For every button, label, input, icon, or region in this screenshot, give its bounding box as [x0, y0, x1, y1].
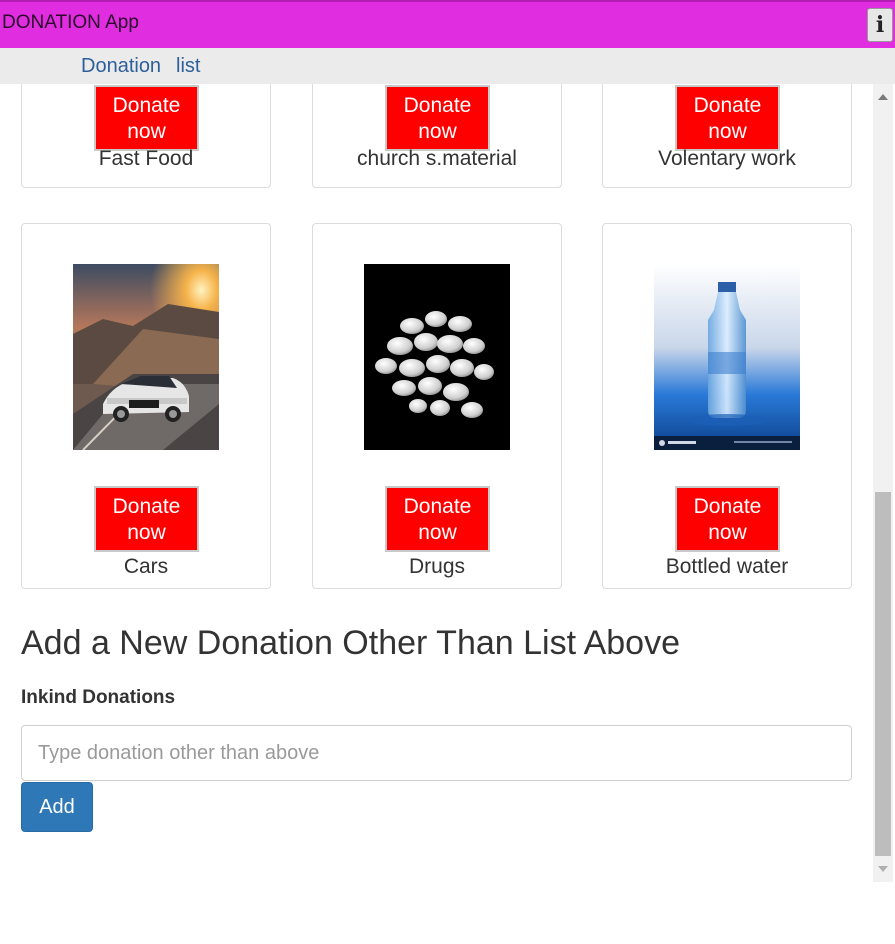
- car-photo: [73, 264, 219, 450]
- donate-button-line1: Donate: [693, 495, 762, 518]
- add-donation-heading: Add a New Donation Other Than List Above: [21, 624, 680, 662]
- app-titlebar: DONATION App i: [0, 0, 895, 48]
- nav-link-list[interactable]: list: [176, 55, 200, 78]
- donation-input[interactable]: [21, 725, 852, 781]
- app-title: DONATION App: [2, 12, 139, 33]
- donate-now-button[interactable]: Donate now: [385, 85, 490, 151]
- donate-button-line2: now: [708, 120, 747, 143]
- donation-card-fast-food: Donate now Fast Food: [21, 84, 271, 188]
- donate-now-button[interactable]: Donate now: [94, 486, 199, 552]
- add-button[interactable]: Add: [21, 782, 93, 832]
- donate-now-button[interactable]: Donate now: [675, 85, 780, 151]
- donation-card-volentary-work: Donate now Volentary work: [602, 84, 852, 188]
- pills-photo: [364, 264, 510, 450]
- donation-card-church-material: Donate now church s.material: [312, 84, 562, 188]
- navbar: Donation list: [0, 48, 895, 84]
- donate-button-line1: Donate: [112, 495, 181, 518]
- donation-card-bottled-water: Donate now Bottled water: [602, 223, 852, 589]
- donate-button-line2: now: [418, 120, 457, 143]
- card-label: Drugs: [408, 555, 466, 578]
- donation-list-scroll-area: Donate now Fast Food Donate now church s…: [0, 84, 873, 882]
- donate-button-line1: Donate: [112, 94, 181, 117]
- donation-card-drugs: Donate now Drugs: [312, 223, 562, 589]
- card-label: Fast Food: [98, 147, 194, 170]
- donation-card-cars: Donate now Cars: [21, 223, 271, 589]
- inkind-donations-label: Inkind Donations: [21, 687, 176, 708]
- info-icon[interactable]: i: [867, 8, 893, 42]
- donate-button-line2: now: [418, 521, 457, 544]
- scroll-up-arrow-icon[interactable]: [878, 94, 888, 100]
- vertical-scrollbar[interactable]: [873, 84, 893, 882]
- card-label: Volentary work: [658, 147, 796, 170]
- card-label: Cars: [123, 555, 169, 578]
- water-bottle-photo: [654, 264, 800, 450]
- card-label: Bottled water: [665, 555, 789, 578]
- card-label: church s.material: [357, 147, 517, 170]
- donate-now-button[interactable]: Donate now: [675, 486, 780, 552]
- donate-button-line1: Donate: [403, 495, 472, 518]
- donate-button-line2: now: [127, 521, 166, 544]
- donate-now-button[interactable]: Donate now: [94, 85, 199, 151]
- donate-button-line2: now: [127, 120, 166, 143]
- donate-button-line1: Donate: [693, 94, 762, 117]
- nav-link-donation[interactable]: Donation: [81, 55, 161, 78]
- scroll-down-arrow-icon[interactable]: [878, 866, 888, 872]
- donate-button-line1: Donate: [403, 94, 472, 117]
- donate-now-button[interactable]: Donate now: [385, 486, 490, 552]
- scrollbar-thumb[interactable]: [875, 492, 891, 856]
- donate-button-line2: now: [708, 521, 747, 544]
